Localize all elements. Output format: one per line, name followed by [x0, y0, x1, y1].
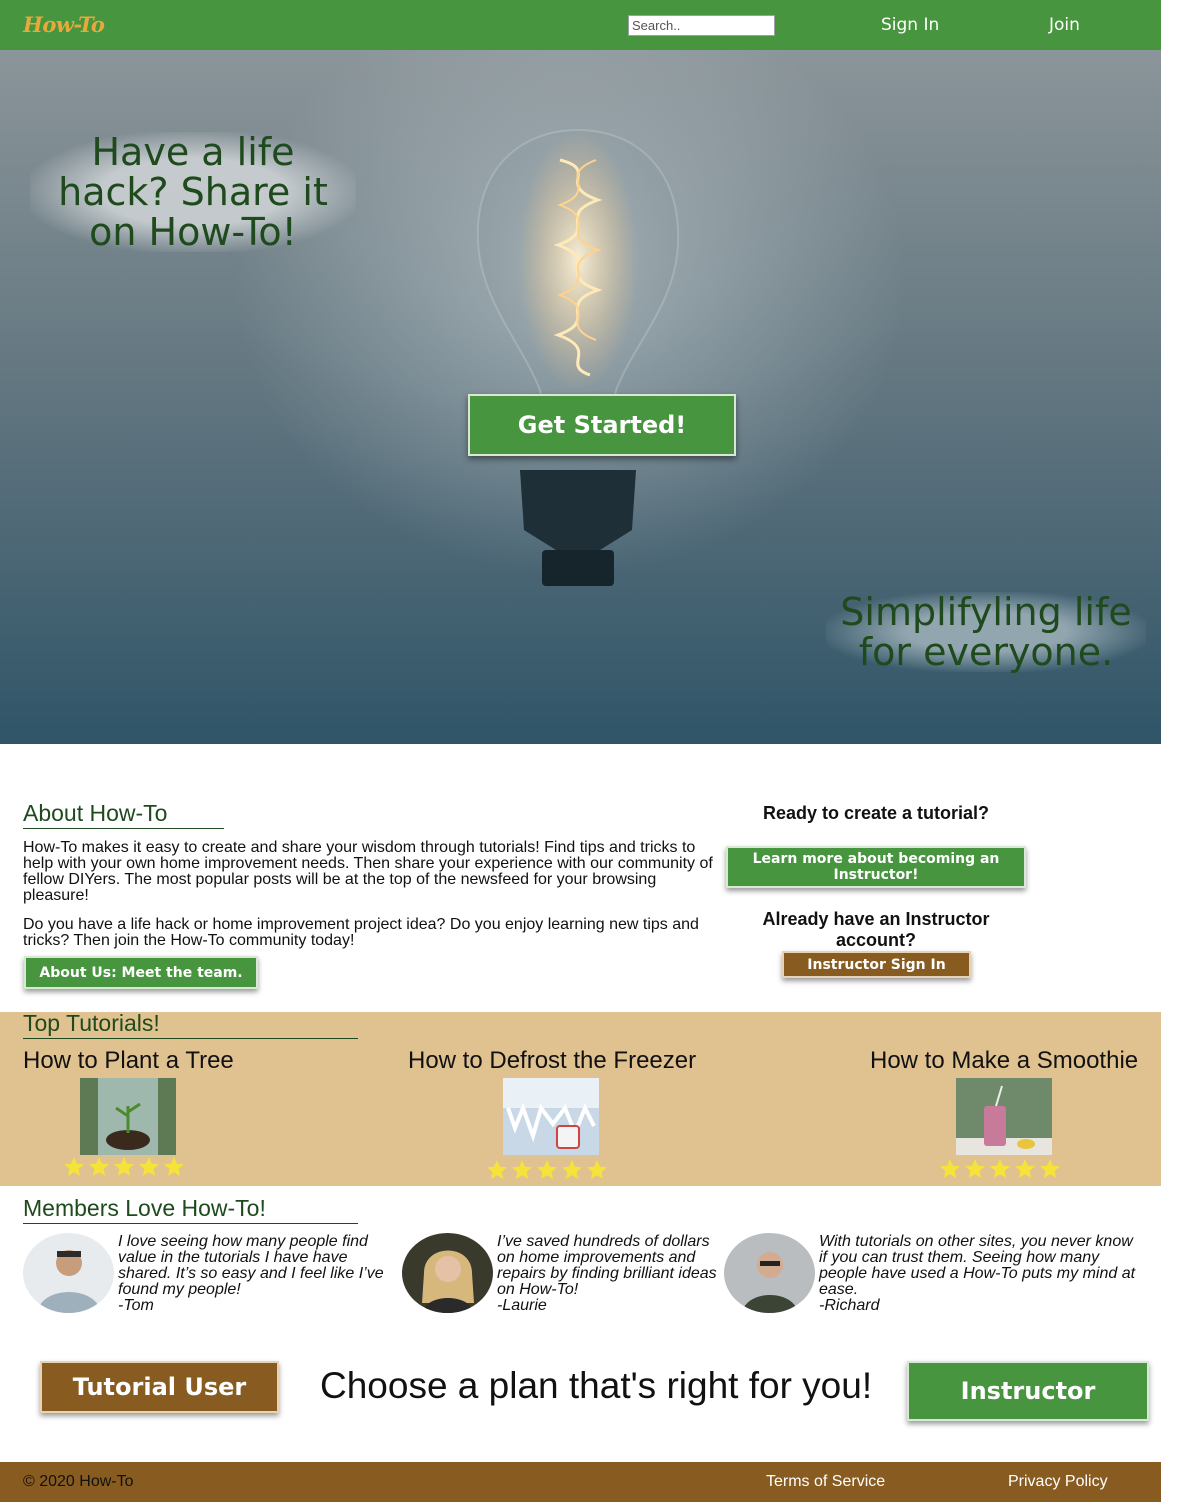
tutorial-title[interactable]: How to Defrost the Freezer [408, 1047, 696, 1075]
testimonial-author: -Tom [118, 1297, 154, 1314]
testimonial-quote: With tutorials on other sites, you never… [819, 1233, 1136, 1314]
instructor-account-question: Already have an Instructor account? [762, 909, 990, 950]
tutorial-thumbnail[interactable] [503, 1078, 599, 1155]
about-paragraph-1: How-To makes it easy to create and share… [23, 839, 713, 904]
star-icon [990, 1159, 1010, 1178]
avatar [724, 1233, 815, 1313]
tutorial-thumbnail[interactable] [80, 1078, 176, 1155]
hero-tagline-left: Have a life hack? Share it on How-To! [30, 132, 356, 252]
instructor-plan-button[interactable]: Instructor [907, 1361, 1149, 1421]
star-icon [1015, 1159, 1035, 1178]
about-paragraph-2: Do you have a life hack or home improvem… [23, 916, 699, 949]
star-icon [512, 1160, 532, 1179]
star-icon [940, 1159, 960, 1178]
plans-heading: Choose a plan that's right for you! [320, 1365, 873, 1406]
learn-instructor-button[interactable]: Learn more about becoming an Instructor! [726, 846, 1026, 888]
hero-banner: Have a life hack? Share it on How-To! Si… [0, 50, 1161, 744]
star-icon [114, 1157, 134, 1176]
testimonial-author: -Richard [819, 1297, 880, 1314]
search-input[interactable] [628, 15, 775, 36]
star-icon [965, 1159, 985, 1178]
star-icon [537, 1160, 557, 1179]
hero-tagline-right: Simplifyling life for everyone. [826, 592, 1146, 672]
sign-in-link[interactable]: Sign In [881, 15, 939, 35]
avatar [23, 1233, 114, 1313]
rating-stars [63, 1156, 185, 1178]
top-nav: How-To Sign In Join [0, 0, 1161, 50]
tutorial-title[interactable]: How to Make a Smoothie [870, 1047, 1138, 1075]
testimonial-quote: I love seeing how many people find value… [118, 1233, 384, 1314]
join-link[interactable]: Join [1049, 15, 1080, 35]
star-icon [89, 1157, 109, 1176]
star-icon [64, 1157, 84, 1176]
testimonials-heading: Members Love How-To! [23, 1195, 358, 1224]
testimonial-author: -Laurie [497, 1297, 547, 1314]
get-started-button[interactable]: Get Started! [468, 394, 736, 456]
tutorial-title[interactable]: How to Plant a Tree [23, 1047, 234, 1075]
star-icon [562, 1160, 582, 1179]
footer: © 2020 How-To Terms of Service Privacy P… [0, 1462, 1161, 1502]
instructor-sign-in-button[interactable]: Instructor Sign In [782, 951, 971, 978]
site-logo[interactable]: How-To [23, 12, 105, 37]
star-icon [1040, 1159, 1060, 1178]
tutorial-user-plan-button[interactable]: Tutorial User [40, 1361, 279, 1413]
star-icon [587, 1160, 607, 1179]
copyright-text: © 2020 How-To [23, 1473, 134, 1490]
star-icon [164, 1157, 184, 1176]
about-heading: About How-To [23, 800, 224, 829]
privacy-policy-link[interactable]: Privacy Policy [1008, 1473, 1108, 1491]
rating-stars [939, 1158, 1061, 1180]
meet-team-button[interactable]: About Us: Meet the team. [24, 956, 258, 989]
testimonial-quote: I’ve saved hundreds of dollars on home i… [497, 1233, 717, 1314]
rating-stars [486, 1159, 608, 1181]
avatar [402, 1233, 493, 1313]
tutorial-thumbnail[interactable] [956, 1078, 1052, 1155]
star-icon [487, 1160, 507, 1179]
top-tutorials-heading: Top Tutorials! [23, 1010, 358, 1039]
create-tutorial-question: Ready to create a tutorial? [762, 803, 990, 823]
star-icon [139, 1157, 159, 1176]
terms-of-service-link[interactable]: Terms of Service [766, 1473, 885, 1491]
